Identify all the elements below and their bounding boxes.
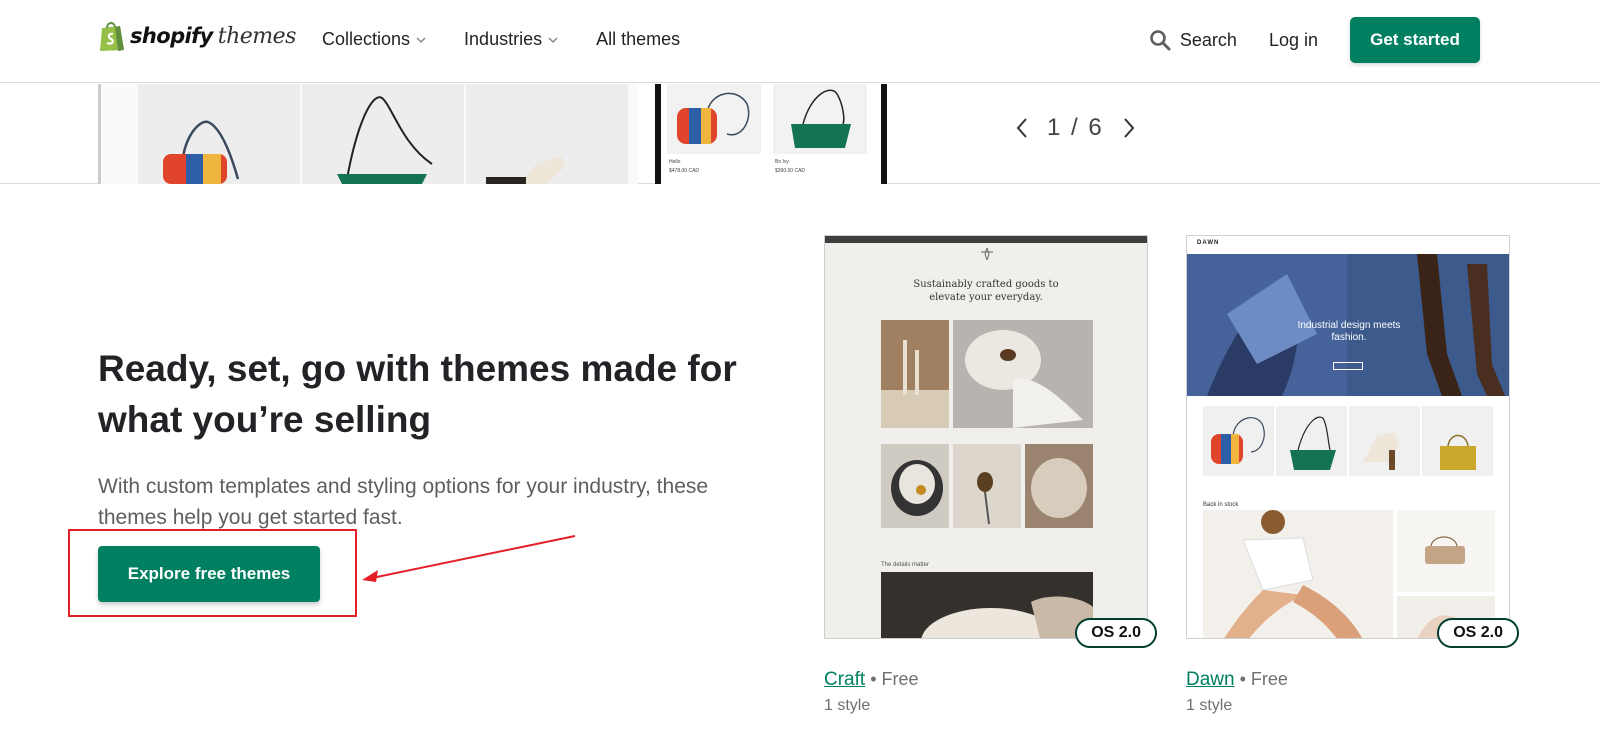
chevron-down-icon [548, 36, 558, 43]
nav-collections-label: Collections [322, 29, 411, 49]
hero-section: Ready, set, go with themes made for what… [98, 343, 758, 533]
dawn-product-grid [1203, 406, 1493, 476]
mobile-product-info: Bo Ivy $390.00 CAD [775, 158, 805, 176]
dawn-product [1203, 406, 1274, 476]
theme-preview-carousel: Hello $478.00 CAD Bo Ivy $390.00 CAD 1 /… [0, 84, 1600, 184]
nav-all-themes[interactable]: All themes [596, 29, 680, 50]
announcement-bar [825, 236, 1147, 243]
nav-industries-label: Industries [464, 29, 543, 49]
craft-image [953, 320, 1093, 428]
chevron-right-icon[interactable] [1122, 117, 1136, 139]
hero-subtitle: With custom templates and styling option… [98, 475, 709, 529]
nav-industries[interactable]: Industries [464, 29, 558, 50]
mobile-preview-screen: Hello $478.00 CAD Bo Ivy $390.00 CAD [661, 84, 881, 184]
bag-image [337, 96, 433, 184]
craft-image [953, 444, 1021, 528]
separator: • [1239, 669, 1251, 689]
main-nav: Collections Industries All themes [322, 29, 680, 50]
theme-preview-craft[interactable]: Sustainably crafted goods to elevate you… [824, 235, 1148, 639]
theme-meta: Craft • Free [824, 669, 1148, 691]
os-badge: OS 2.0 [1075, 618, 1157, 648]
craft-logo-icon [981, 248, 993, 260]
bag-image [1440, 434, 1476, 470]
theme-styles-count: 1 style [1186, 697, 1233, 714]
nav-collections[interactable]: Collections [322, 29, 426, 50]
craft-image [881, 572, 1093, 638]
theme-price: Free [881, 669, 919, 689]
logo-brand: shopify [130, 24, 213, 48]
dawn-hero-button [1333, 362, 1363, 370]
theme-card-dawn[interactable]: DAWN Industrial design meets fashion. Ba… [1186, 235, 1519, 715]
craft-image [881, 444, 949, 528]
theme-preview-dawn[interactable]: DAWN Industrial design meets fashion. Ba… [1186, 235, 1510, 639]
hero-title: Ready, set, go with themes made for what… [98, 348, 737, 440]
mobile-product-image [667, 84, 761, 154]
search-label: Search [1179, 29, 1237, 50]
bag-image [1211, 417, 1265, 464]
ceramic-image [1025, 444, 1093, 528]
dawn-section-title: Back in stock [1203, 502, 1239, 508]
annotation-highlight-box [68, 529, 357, 617]
craft-image [881, 320, 949, 428]
shopify-themes-logo[interactable]: shopify themes [98, 20, 296, 52]
search-button[interactable]: Search [1148, 28, 1237, 52]
shopify-bag-icon [100, 22, 124, 51]
preview-tile [138, 84, 300, 184]
carousel-pager: 1 / 6 [1015, 114, 1136, 142]
dawn-hero-text: Industrial design meets fashion. [1297, 320, 1401, 343]
theme-name-link[interactable]: Dawn [1186, 669, 1235, 690]
get-started-button[interactable]: Get started [1350, 17, 1480, 63]
bag-image [791, 89, 851, 148]
plate-image [953, 320, 1093, 428]
theme-styles-count: 1 style [824, 697, 871, 714]
nav-all-themes-label: All themes [596, 29, 681, 49]
theme-meta: Dawn • Free [1186, 669, 1510, 691]
mobile-product-name: Hello [669, 159, 681, 165]
craft-section-title: The details matter [881, 562, 930, 568]
shoe-image [1363, 432, 1399, 470]
theme-name-link[interactable]: Craft [824, 669, 865, 690]
dawn-feature-image [1397, 510, 1495, 592]
shoe-image [486, 156, 566, 184]
preview-tile [466, 84, 628, 184]
mobile-preview[interactable]: Hello $478.00 CAD Bo Ivy $390.00 CAD [655, 84, 887, 184]
model-image [1203, 510, 1393, 638]
chevron-down-icon [416, 36, 426, 43]
logo-suffix: themes [217, 23, 297, 49]
bag-image [677, 92, 750, 144]
dawn-product [1276, 406, 1347, 476]
header-actions: Search Log in Get started [1148, 17, 1480, 63]
annotation-arrow [362, 535, 576, 582]
top-navigation: shopify themes Collections Industries Al… [0, 0, 1600, 83]
craft-image [1025, 444, 1093, 528]
preview-tile [302, 84, 464, 184]
chevron-left-icon[interactable] [1015, 117, 1029, 139]
page-indicator: 1 / 6 [1047, 114, 1104, 141]
mobile-product-image [773, 84, 867, 154]
spoon-image [953, 444, 1021, 528]
separator: • [870, 669, 882, 689]
theme-card-craft[interactable]: Sustainably crafted goods to elevate you… [824, 235, 1157, 715]
craft-tagline: Sustainably crafted goods to elevate you… [913, 279, 1059, 303]
bowl-image [881, 444, 949, 528]
bag-image [1425, 536, 1465, 564]
mobile-product-name: Bo Ivy [775, 159, 789, 165]
mobile-product-price: $478.00 CAD [669, 168, 700, 174]
search-icon [1150, 30, 1171, 51]
dish-image [881, 572, 1093, 638]
bag-image [163, 120, 240, 184]
desktop-preview[interactable] [98, 84, 638, 184]
os-badge: OS 2.0 [1437, 618, 1519, 648]
dawn-product [1349, 406, 1420, 476]
bag-image [1290, 416, 1336, 470]
mobile-product-info: Hello $478.00 CAD [669, 158, 699, 176]
dawn-product [1422, 406, 1493, 476]
dawn-feature-image [1203, 510, 1393, 638]
login-link[interactable]: Log in [1269, 30, 1318, 51]
mobile-product-price: $390.00 CAD [775, 168, 806, 174]
glassware-image [881, 320, 949, 428]
dawn-brand: DAWN [1197, 240, 1220, 246]
theme-price: Free [1250, 669, 1288, 689]
